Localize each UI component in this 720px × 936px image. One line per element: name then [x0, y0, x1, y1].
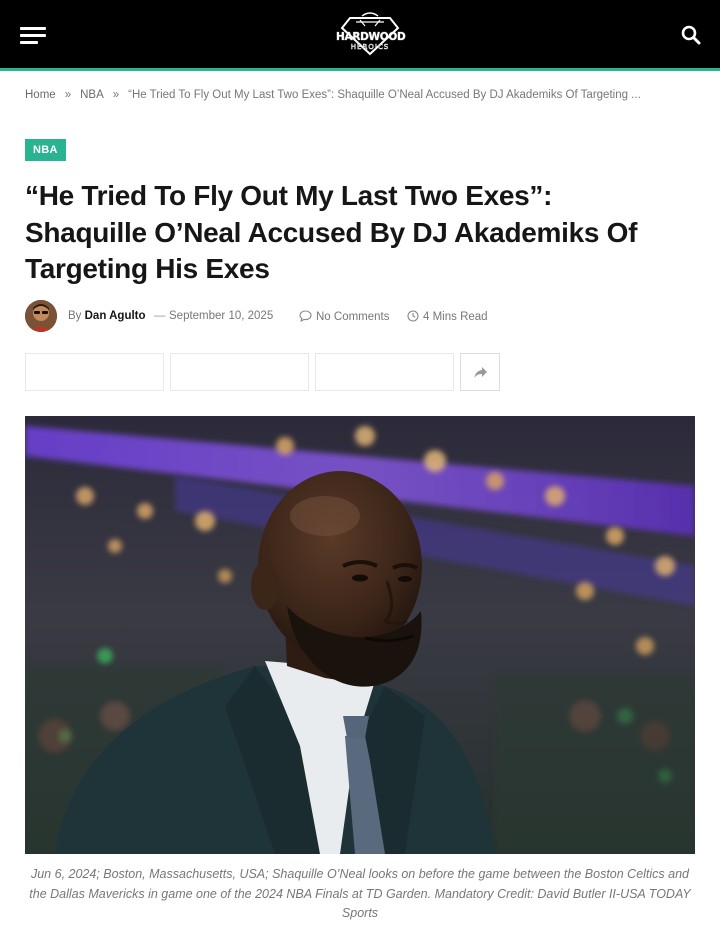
author-byline: By Dan Agulto [68, 310, 146, 322]
hamburger-menu-icon[interactable] [20, 25, 46, 45]
breadcrumb-home-link[interactable]: Home [25, 89, 56, 101]
site-logo[interactable]: HARDWOOD HEROICS [336, 12, 406, 58]
article-title: “He Tried To Fly Out My Last Two Exes”: … [25, 178, 695, 288]
share-button-3[interactable] [315, 353, 454, 391]
share-more-button[interactable] [460, 353, 500, 391]
shaquille-oneal-photo [25, 416, 695, 854]
breadcrumb-separator: » [64, 89, 72, 101]
publish-date: September 10, 2025 [169, 310, 274, 322]
comment-icon [299, 310, 312, 325]
logo-subtitle: HEROICS [350, 43, 390, 52]
breadcrumb: Home » NBA » “He Tried To Fly Out My Last Tw… [25, 89, 695, 101]
share-bar [25, 353, 505, 391]
search-icon[interactable] [681, 25, 701, 45]
breadcrumb-current: “He Tried To Fly Out My Last Two Exes”: … [128, 89, 641, 101]
title-line: Targeting His Exes [25, 253, 270, 284]
title-line: “He Tried To Fly Out My Last Two Exes”: [25, 180, 553, 211]
share-button-2[interactable] [170, 353, 309, 391]
author-avatar[interactable] [25, 300, 57, 332]
share-button-1[interactable] [25, 353, 164, 391]
comments-link[interactable]: No Comments [299, 310, 390, 325]
author-name-link[interactable]: Dan Agulto [85, 310, 146, 322]
read-time: 4 Mins Read [407, 310, 488, 325]
share-arrow-icon [474, 367, 487, 378]
featured-image[interactable] [25, 416, 695, 854]
site-header: HARDWOOD HEROICS [0, 0, 720, 68]
byline-prefix: By [68, 310, 82, 322]
comments-count: No Comments [316, 311, 390, 323]
clock-icon [407, 310, 419, 325]
title-line: Shaquille O’Neal Accused By DJ Akademiks… [25, 216, 638, 248]
read-time-label: 4 Mins Read [423, 311, 488, 323]
header-accent-bar [0, 68, 720, 71]
breadcrumb-nba-link[interactable]: NBA [80, 89, 104, 101]
logo-wordmark: HARDWOOD [336, 31, 406, 43]
meta-dash: — [154, 310, 166, 322]
image-caption: Jun 6, 2024; Boston, Massachusetts, USA;… [29, 867, 691, 920]
breadcrumb-separator: » [112, 89, 120, 101]
category-badge[interactable]: NBA [25, 139, 66, 161]
article-meta: By Dan Agulto — September 10, 2025 No Co… [25, 300, 695, 333]
